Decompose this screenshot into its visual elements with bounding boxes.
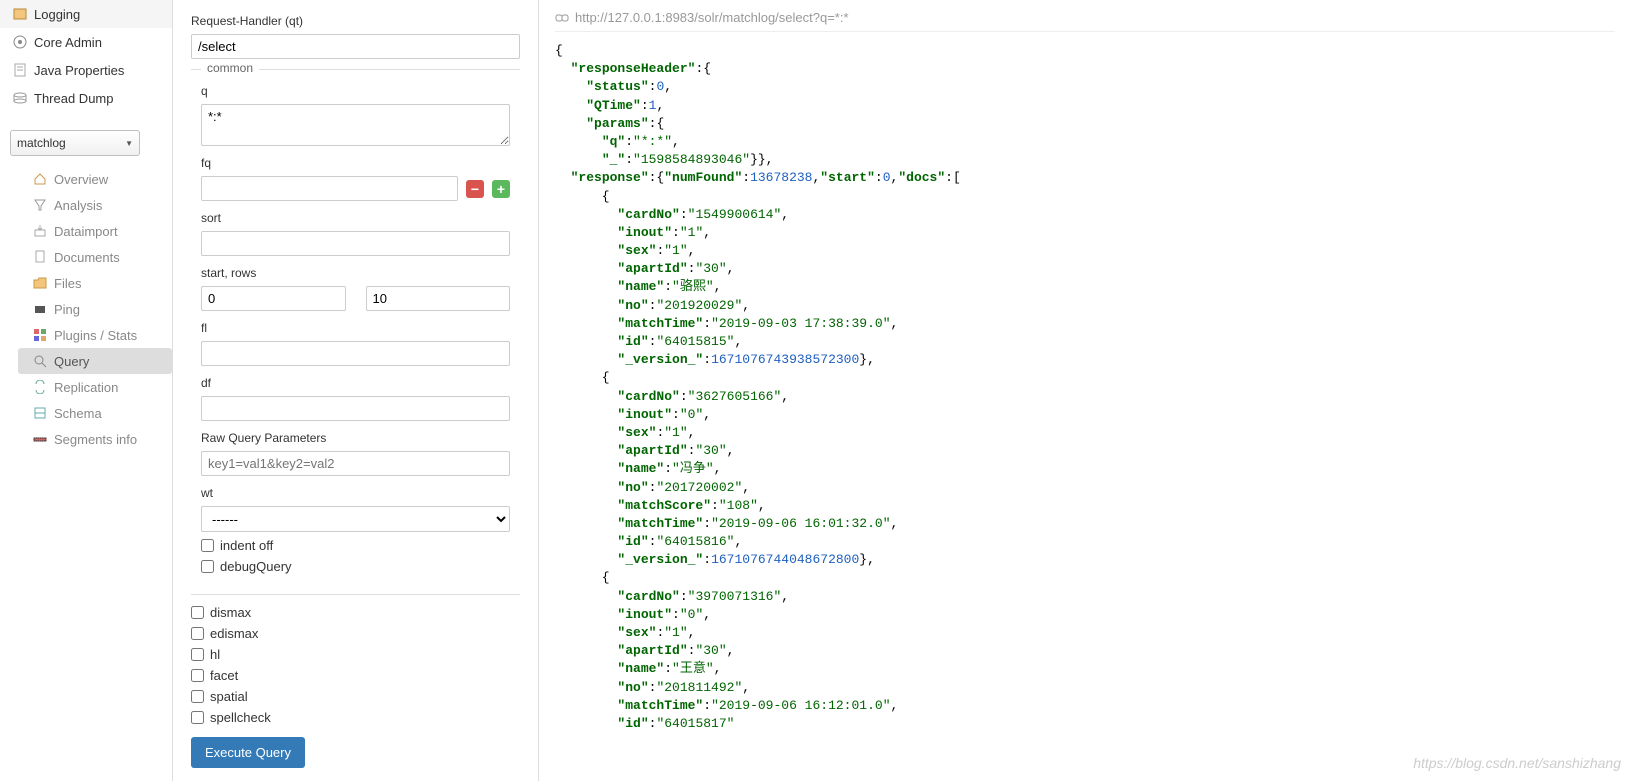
dismax-checkbox[interactable]: dismax <box>191 605 520 620</box>
core-sub-nav: Overview Analysis Dataimport Documents F… <box>18 166 172 452</box>
execute-query-button[interactable]: Execute Query <box>191 737 305 768</box>
fq-add-button[interactable]: + <box>492 180 510 198</box>
ping-icon <box>32 301 48 317</box>
subnav-plugins[interactable]: Plugins / Stats <box>18 322 172 348</box>
thread-dump-icon <box>12 90 28 106</box>
indent-off-checkbox[interactable]: indent off <box>201 538 510 553</box>
import-icon <box>32 223 48 239</box>
core-selected: matchlog <box>17 136 66 150</box>
chevron-down-icon: ▼ <box>125 139 133 148</box>
sidebar: Logging Core Admin Java Properties Threa… <box>0 0 173 781</box>
fq-input[interactable] <box>201 176 458 201</box>
sort-input[interactable] <box>201 231 510 256</box>
edismax-checkbox[interactable]: edismax <box>191 626 520 641</box>
nav-logging[interactable]: Logging <box>0 0 172 28</box>
nav-java-props[interactable]: Java Properties <box>0 56 172 84</box>
nav-label: Logging <box>34 7 80 22</box>
result-url-bar[interactable]: http://127.0.0.1:8983/solr/matchlog/sele… <box>555 10 1615 32</box>
nav-label: Thread Dump <box>34 91 113 106</box>
search-icon <box>32 353 48 369</box>
nav-label: Java Properties <box>34 63 124 78</box>
wt-select[interactable]: ------ <box>201 506 510 532</box>
home-icon <box>32 171 48 187</box>
document-icon <box>32 249 48 265</box>
q-label: q <box>201 84 510 98</box>
subnav-ping[interactable]: Ping <box>18 296 172 322</box>
wt-label: wt <box>201 486 510 500</box>
java-props-icon <box>12 62 28 78</box>
spellcheck-checkbox[interactable]: spellcheck <box>191 710 520 725</box>
subnav-files[interactable]: Files <box>18 270 172 296</box>
subnav-analysis[interactable]: Analysis <box>18 192 172 218</box>
logging-icon <box>12 6 28 22</box>
subnav-query[interactable]: Query <box>18 348 172 374</box>
subnav-dataimport[interactable]: Dataimport <box>18 218 172 244</box>
common-fieldset: common q *:* fq − + sort start, rows fl … <box>191 69 520 584</box>
folder-icon <box>32 275 48 291</box>
segments-icon <box>32 431 48 447</box>
replication-icon <box>32 379 48 395</box>
q-input[interactable]: *:* <box>201 104 510 146</box>
core-selector[interactable]: matchlog ▼ <box>10 130 140 156</box>
raw-label: Raw Query Parameters <box>201 431 510 445</box>
start-input[interactable] <box>201 286 346 311</box>
fl-input[interactable] <box>201 341 510 366</box>
hl-checkbox[interactable]: hl <box>191 647 520 662</box>
facet-checkbox[interactable]: facet <box>191 668 520 683</box>
core-admin-icon <box>12 34 28 50</box>
nav-label: Core Admin <box>34 35 102 50</box>
spatial-checkbox[interactable]: spatial <box>191 689 520 704</box>
raw-input[interactable] <box>201 451 510 476</box>
result-url: http://127.0.0.1:8983/solr/matchlog/sele… <box>575 10 849 25</box>
link-icon <box>555 11 569 25</box>
start-rows-label: start, rows <box>201 266 510 280</box>
fl-label: fl <box>201 321 510 335</box>
common-legend: common <box>201 61 259 75</box>
fq-remove-button[interactable]: − <box>466 180 484 198</box>
fq-label: fq <box>201 156 510 170</box>
subnav-documents[interactable]: Documents <box>18 244 172 270</box>
subnav-overview[interactable]: Overview <box>18 166 172 192</box>
df-input[interactable] <box>201 396 510 421</box>
qt-input[interactable] <box>191 34 520 59</box>
qt-label: Request-Handler (qt) <box>191 14 520 28</box>
sort-label: sort <box>201 211 510 225</box>
query-form: Request-Handler (qt) common q *:* fq − +… <box>173 0 538 781</box>
subnav-segments[interactable]: Segments info <box>18 426 172 452</box>
plugins-icon <box>32 327 48 343</box>
watermark: https://blog.csdn.net/sanshizhang <box>1413 755 1621 771</box>
nav-thread-dump[interactable]: Thread Dump <box>0 84 172 112</box>
debug-query-checkbox[interactable]: debugQuery <box>201 559 510 574</box>
nav-core-admin[interactable]: Core Admin <box>0 28 172 56</box>
result-panel: http://127.0.0.1:8983/solr/matchlog/sele… <box>538 0 1631 781</box>
subnav-schema[interactable]: Schema <box>18 400 172 426</box>
subnav-replication[interactable]: Replication <box>18 374 172 400</box>
funnel-icon <box>32 197 48 213</box>
rows-input[interactable] <box>366 286 511 311</box>
schema-icon <box>32 405 48 421</box>
json-response: { "responseHeader":{ "status":0, "QTime"… <box>555 42 1615 733</box>
df-label: df <box>201 376 510 390</box>
